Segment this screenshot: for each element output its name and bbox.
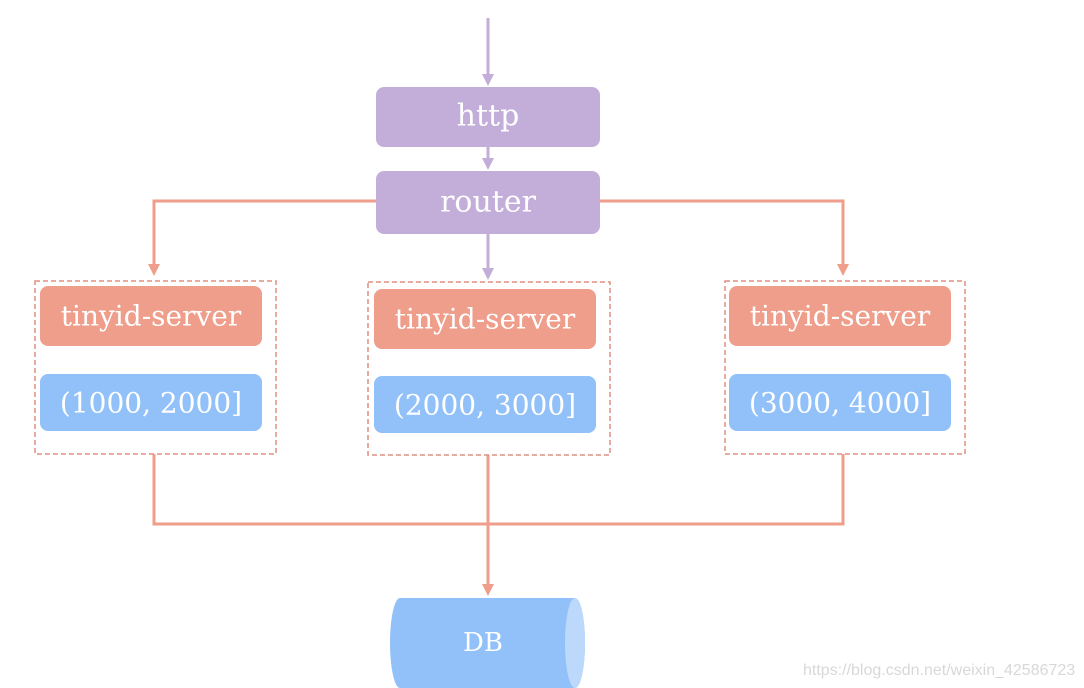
server-group-2: tinyid-server (2000, 3000] [367, 281, 611, 456]
server-label: tinyid-server [61, 300, 242, 333]
diagram-canvas: http router tinyid-server (1000, 2000] t… [34, 18, 1075, 688]
watermark: https://blog.csdn.net/weixin_42586723 [803, 662, 1075, 679]
arrow-into-http [482, 18, 494, 86]
server-label: tinyid-server [750, 300, 931, 333]
db-label: DB [463, 628, 503, 658]
db-node: DB [390, 598, 585, 688]
connector-servers-to-db [152, 454, 845, 596]
router-label: router [440, 185, 537, 220]
http-label: http [457, 99, 520, 134]
diagram: http router tinyid-server (1000, 2000] t… [0, 0, 1084, 688]
router-node: router [376, 171, 600, 234]
server-group-1: tinyid-server (1000, 2000] [34, 280, 277, 455]
server-range: (2000, 3000] [394, 389, 576, 422]
arrow-http-router [482, 147, 494, 170]
http-node: http [376, 87, 600, 147]
server-label: tinyid-server [395, 303, 576, 336]
arrow-router-server-1 [148, 199, 376, 276]
server-range: (1000, 2000] [60, 387, 242, 420]
server-range: (3000, 4000] [749, 387, 931, 420]
arrow-router-server-2 [482, 234, 494, 280]
server-group-3: tinyid-server (3000, 4000] [724, 280, 966, 455]
arrow-router-server-3 [600, 199, 849, 276]
